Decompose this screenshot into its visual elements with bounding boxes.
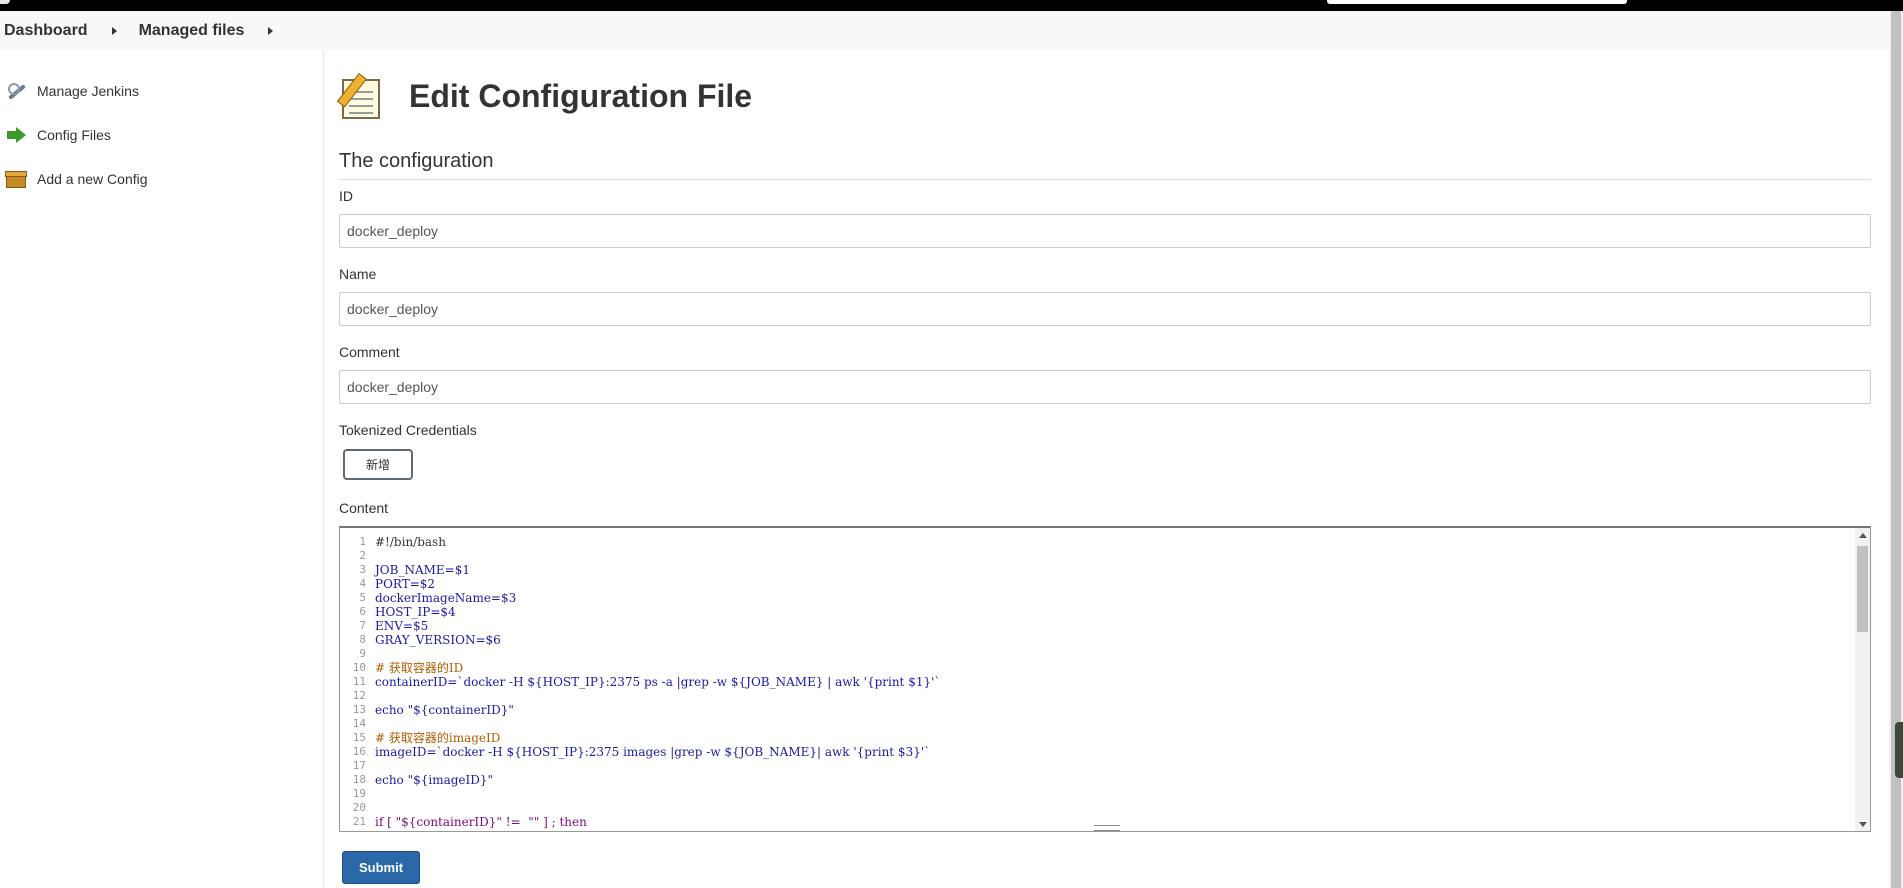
scroll-up-icon[interactable] (1859, 533, 1867, 538)
comment-label: Comment (339, 344, 400, 360)
code-line[interactable] (375, 801, 940, 815)
green-arrow-icon (5, 124, 27, 146)
code-line[interactable]: ENV=$5 (375, 619, 940, 633)
jenkins-logo[interactable] (0, 0, 10, 4)
id-field[interactable] (339, 214, 1871, 248)
code-line[interactable]: echo "${containerID}" (375, 703, 940, 717)
page-header: Edit Configuration File (336, 73, 753, 119)
code-line[interactable]: # 获取容器的ID (375, 661, 940, 675)
code-line[interactable]: imageID=`docker -H ${HOST_IP}:2375 image… (375, 745, 940, 759)
code-line[interactable]: #!/bin/bash (375, 535, 940, 549)
sidebar-item-config-files[interactable]: Config Files (5, 123, 111, 147)
wrench-icon (5, 80, 27, 102)
scrollbar-thumb[interactable] (1857, 546, 1868, 632)
line-number: 9 (359, 647, 366, 660)
code-line[interactable] (375, 689, 940, 703)
sidebar-item-add-new-config[interactable]: Add a new Config (5, 167, 148, 191)
code-line[interactable]: GRAY_VERSION=$6 (375, 633, 940, 647)
sidebar-item-label: Config Files (37, 127, 111, 143)
line-number: 17 (352, 759, 366, 772)
code-line[interactable]: # 获取容器的imageID (375, 731, 940, 745)
tokenized-credentials-label: Tokenized Credentials (339, 422, 477, 438)
line-number-gutter: 1 2 3 4 5 6 7 8 9 10 11 12 13 14 15 16 17 18 19 20 21 (340, 528, 366, 829)
line-number: 19 (352, 787, 366, 800)
resize-handle[interactable] (1094, 825, 1120, 831)
chevron-right-icon[interactable] (111, 27, 117, 35)
id-label: ID (339, 188, 353, 204)
line-number: 1 (359, 535, 366, 548)
section-title: The configuration (339, 150, 1871, 180)
breadcrumb: Dashboard Managed files (0, 11, 1890, 51)
line-number: 7 (359, 619, 366, 632)
breadcrumb-dashboard[interactable]: Dashboard (4, 22, 88, 40)
content-label: Content (339, 500, 389, 516)
line-number: 15 (352, 731, 366, 744)
line-number: 13 (352, 703, 366, 716)
code-line[interactable]: PORT=$2 (375, 577, 940, 591)
comment-field[interactable] (339, 370, 1871, 404)
breadcrumb-managed-files[interactable]: Managed files (139, 22, 245, 40)
page-title: Edit Configuration File (409, 77, 753, 114)
line-number: 12 (352, 689, 366, 702)
code-line[interactable]: dockerImageName=$3 (375, 591, 940, 605)
line-number: 20 (352, 801, 366, 814)
add-credential-button[interactable]: 新增 (343, 449, 413, 480)
code-line[interactable] (375, 717, 940, 731)
line-number: 4 (359, 577, 366, 590)
top-header (0, 0, 1903, 11)
line-number: 11 (352, 675, 366, 688)
code-line[interactable]: HOST_IP=$4 (375, 605, 940, 619)
line-number: 16 (352, 745, 366, 758)
sidebar: Manage Jenkins Config Files Add a new Co… (0, 51, 324, 888)
line-number: 18 (352, 773, 366, 786)
code-line[interactable]: JOB_NAME=$1 (375, 563, 940, 577)
sidebar-item-manage-jenkins[interactable]: Manage Jenkins (5, 79, 139, 103)
line-number: 6 (359, 605, 366, 618)
code-line[interactable] (375, 549, 940, 563)
box-icon (5, 168, 27, 190)
code-editor[interactable]: 1 2 3 4 5 6 7 8 9 10 11 12 13 14 15 16 17 18 19 20 21 #!/bin… (339, 526, 1871, 832)
code-area[interactable]: #!/bin/bash JOB_NAME=$1 PORT=$2 dockerImage… (375, 528, 940, 829)
code-line[interactable]: containerID=`docker -H ${HOST_IP}:2375 p… (375, 675, 940, 689)
code-line[interactable] (375, 759, 940, 773)
editor-scrollbar[interactable] (1855, 528, 1870, 831)
line-number: 8 (359, 633, 366, 646)
line-number: 5 (359, 591, 366, 604)
name-field[interactable] (339, 292, 1871, 326)
search-input[interactable] (1327, 0, 1627, 4)
floating-widget[interactable] (1895, 722, 1903, 778)
code-line[interactable] (375, 647, 940, 661)
sidebar-item-label: Add a new Config (37, 171, 148, 187)
line-number: 21 (352, 815, 366, 828)
chevron-right-icon[interactable] (268, 27, 274, 35)
name-label: Name (339, 266, 377, 282)
scroll-down-icon[interactable] (1859, 822, 1867, 827)
code-line[interactable]: echo "${imageID}" (375, 773, 940, 787)
notepad-icon (336, 73, 383, 119)
line-number: 10 (352, 661, 366, 674)
line-number: 3 (359, 563, 366, 576)
code-line[interactable]: if [ "${containerID}" != "" ] ; then (375, 815, 940, 829)
submit-button[interactable]: Submit (342, 851, 420, 884)
line-number: 2 (359, 549, 366, 562)
line-number: 14 (352, 717, 366, 730)
code-line[interactable] (375, 787, 940, 801)
sidebar-item-label: Manage Jenkins (37, 83, 139, 99)
